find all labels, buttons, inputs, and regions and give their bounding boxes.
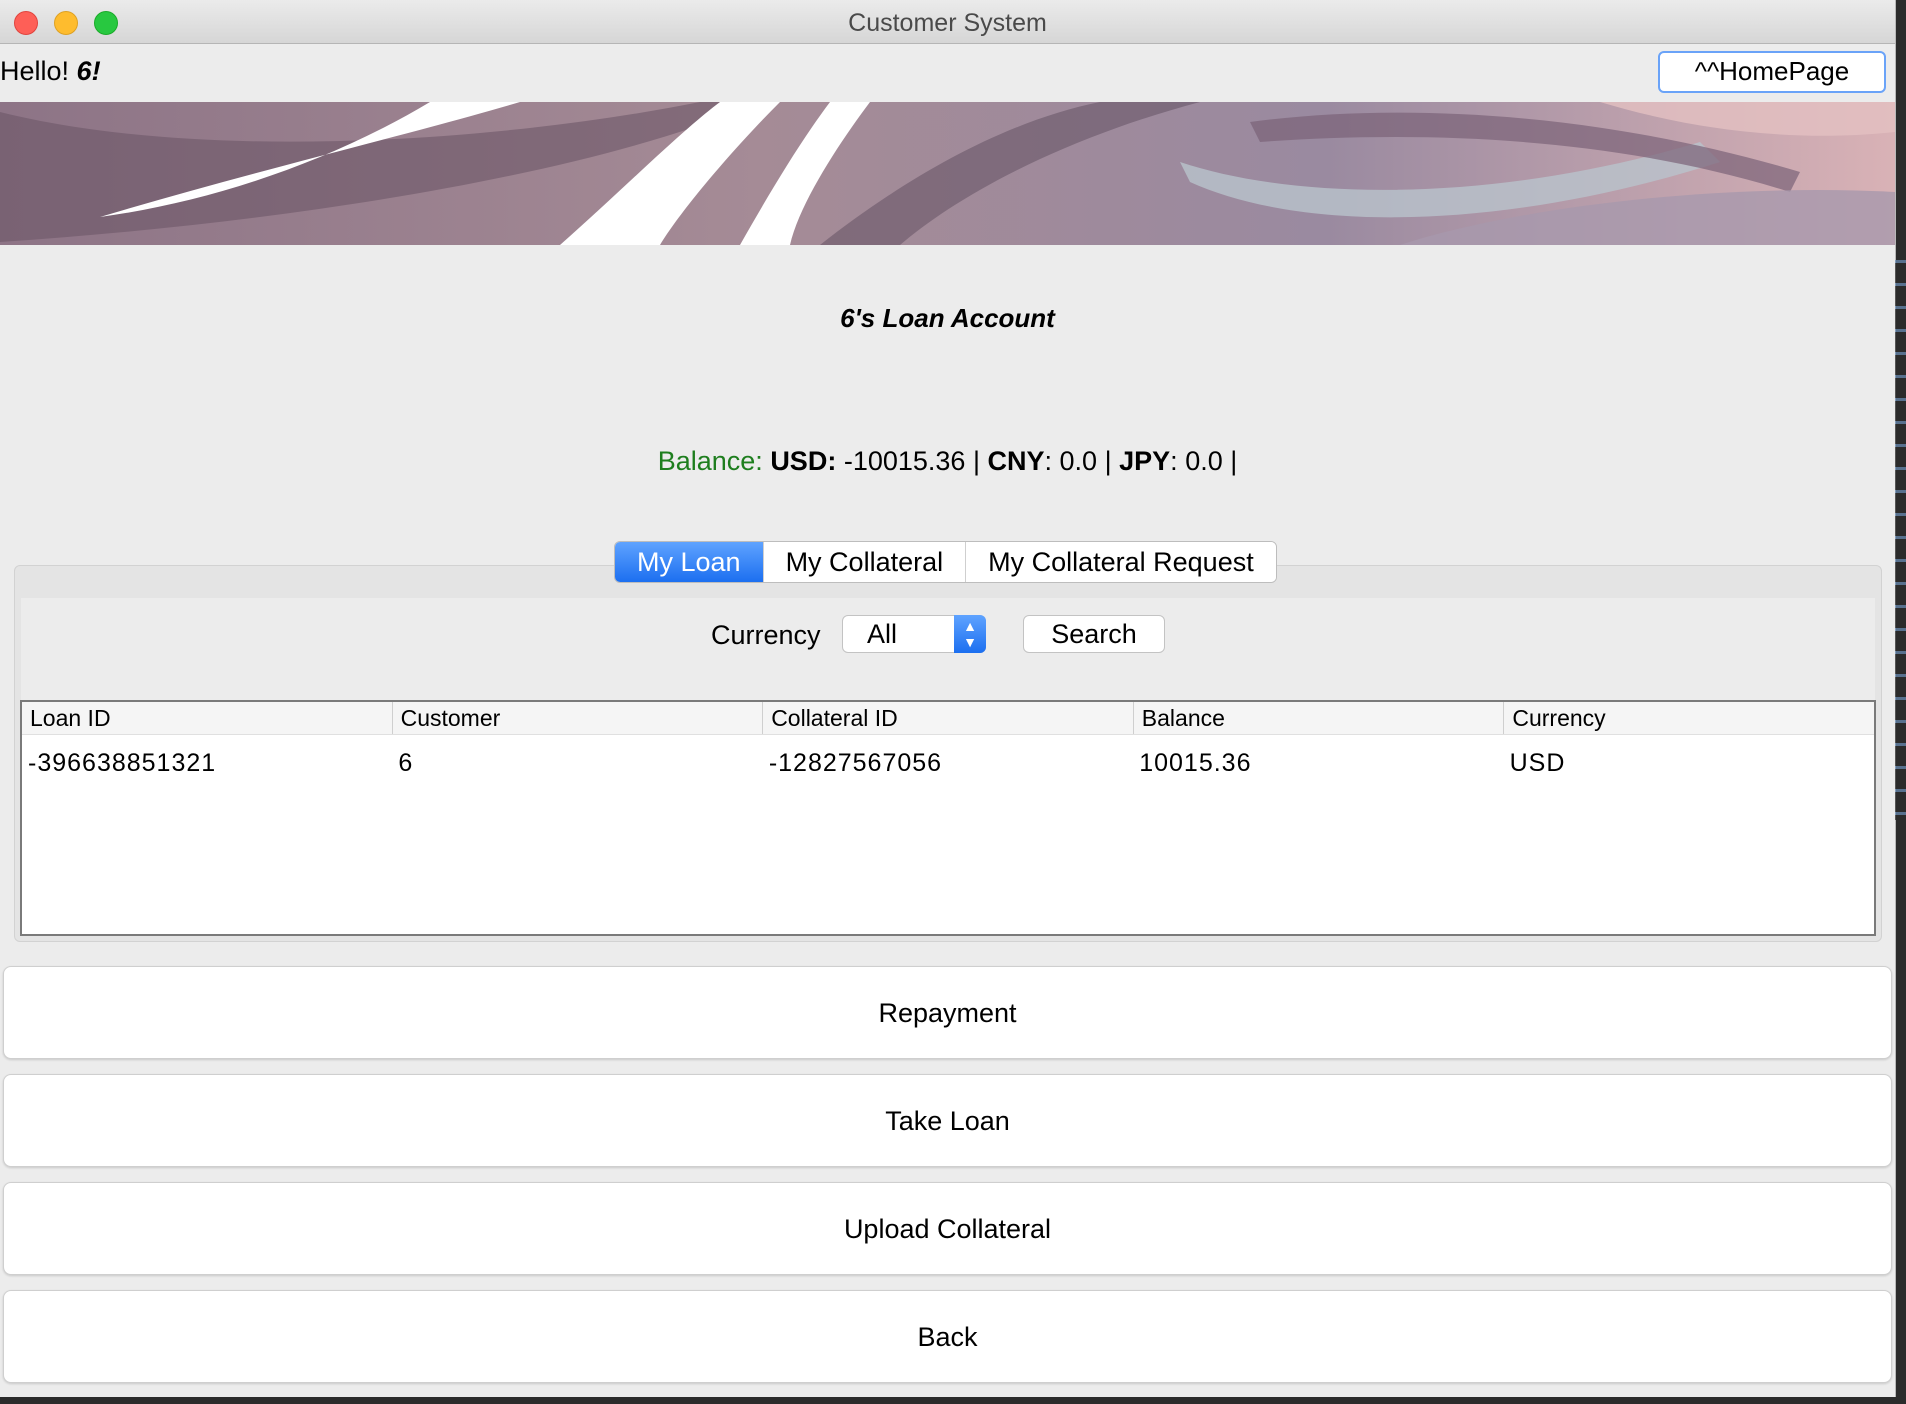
tab-my-loan[interactable]: My Loan — [615, 542, 764, 582]
cell-balance: 10015.36 — [1139, 749, 1252, 777]
cell-collateral-id: -12827567056 — [768, 749, 943, 777]
usd-label: USD: — [770, 446, 837, 476]
column-header-customer[interactable]: Customer — [393, 702, 764, 734]
column-header-collateral-id[interactable]: Collateral ID — [763, 702, 1134, 734]
cell-currency: USD — [1509, 749, 1566, 777]
title-bar: Customer System — [0, 0, 1895, 44]
separator: | — [1104, 446, 1112, 476]
account-title: 6's Loan Account — [840, 303, 1055, 333]
balance-label: Balance: — [657, 446, 763, 476]
homepage-button[interactable]: ^^HomePage — [1658, 51, 1886, 93]
banner-image — [0, 102, 1895, 245]
repayment-button[interactable]: Repayment — [3, 966, 1892, 1059]
balance-summary: Balance: USD: -10015.36 | CNY: 0.0 | JPY… — [657, 446, 1238, 476]
usd-value: -10015.36 — [843, 446, 966, 476]
cny-label: CNY — [987, 446, 1045, 476]
tab-my-collateral[interactable]: My Collateral — [763, 542, 967, 582]
jpy-value: 0.0 — [1185, 446, 1223, 476]
search-button[interactable]: Search — [1023, 615, 1165, 653]
table-row[interactable]: -396638851321 6 -12827567056 10015.36 US… — [22, 746, 1874, 780]
column-header-loan-id[interactable]: Loan ID — [22, 702, 393, 734]
upload-collateral-button[interactable]: Upload Collateral — [3, 1182, 1892, 1275]
column-header-balance[interactable]: Balance — [1134, 702, 1505, 734]
tab-bar: My Loan My Collateral My Collateral Requ… — [614, 541, 1277, 583]
table-header: Loan ID Customer Collateral ID Balance C… — [22, 702, 1874, 735]
cny-value: 0.0 — [1059, 446, 1098, 476]
column-header-currency[interactable]: Currency — [1504, 702, 1874, 734]
separator: | — [972, 446, 980, 476]
take-loan-button[interactable]: Take Loan — [3, 1074, 1892, 1167]
cell-loan-id: -396638851321 — [28, 749, 217, 777]
cell-customer: 6 — [398, 749, 414, 777]
separator: | — [1230, 446, 1238, 476]
back-button[interactable]: Back — [3, 1290, 1892, 1383]
loan-table: Loan ID Customer Collateral ID Balance C… — [20, 700, 1876, 936]
greeting-user-name: 6! — [76, 56, 101, 86]
greeting: Hello! 6! — [0, 56, 101, 87]
app-window: Customer System Hello! 6! ^^HomePage 6's… — [0, 0, 1896, 1397]
currency-select-value: All — [867, 619, 898, 649]
tab-my-collateral-request[interactable]: My Collateral Request — [966, 542, 1276, 582]
banner-artwork — [0, 102, 1895, 245]
greeting-prefix: Hello! — [0, 56, 70, 86]
background-window-edge — [1895, 260, 1906, 820]
currency-label: Currency — [711, 620, 821, 650]
chevron-updown-icon: ▲ ▼ — [954, 615, 986, 653]
jpy-label: JPY — [1119, 446, 1171, 476]
window-title: Customer System — [848, 9, 1047, 37]
currency-select[interactable]: All ▲ ▼ — [842, 615, 986, 653]
